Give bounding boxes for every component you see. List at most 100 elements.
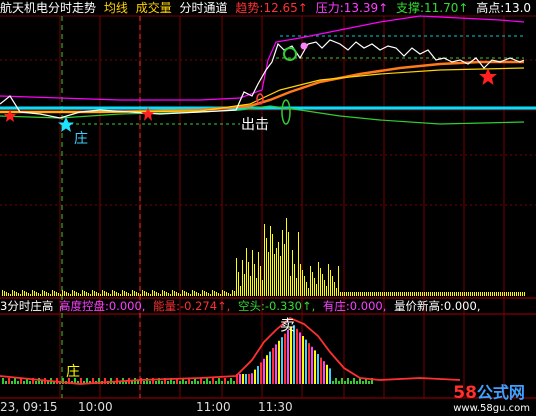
volume-bar — [418, 292, 419, 296]
volume-bar — [160, 294, 161, 296]
volume-bar — [308, 288, 309, 296]
volume-bar — [522, 292, 523, 296]
volume-bar — [400, 292, 401, 296]
volume-bar — [422, 292, 423, 296]
indicator-bar — [323, 361, 325, 384]
volume-bar — [58, 293, 59, 296]
volume-bar — [202, 290, 203, 296]
watermark-text: 公式网 — [476, 383, 525, 402]
volume-bar — [470, 292, 471, 296]
dot-marker-icon — [300, 42, 308, 50]
volume-bar — [474, 292, 475, 296]
volume-bar — [116, 292, 117, 296]
volume-bar — [66, 292, 67, 296]
indicator-bar — [206, 378, 208, 384]
volume-bar — [46, 292, 47, 296]
volume-bar — [488, 292, 489, 296]
volume-bar — [24, 291, 25, 296]
volume-bar — [360, 292, 361, 296]
volume-bar — [240, 286, 241, 296]
volume-bar — [430, 292, 431, 296]
volume-bar — [406, 292, 407, 296]
indicator-bar — [293, 325, 295, 384]
watermark-number: 58 — [453, 383, 477, 403]
volume-bar — [276, 248, 277, 296]
volume-bar — [262, 280, 263, 296]
volume-bar — [266, 238, 267, 296]
indicator-info-bar: 3分时庄高 高度控盘:0.000, 能量:-0.274↑, 空头:-0.330↑… — [0, 298, 484, 314]
volume-bar — [198, 293, 199, 296]
volume-bar — [496, 292, 497, 296]
volume-label[interactable]: 成交量 — [136, 1, 172, 15]
volume-bar — [150, 294, 151, 296]
indicator-bar — [275, 344, 277, 384]
volume-bar — [504, 292, 505, 296]
indicator-bar — [155, 381, 157, 384]
volume-bar — [80, 294, 81, 296]
indicator-bar — [320, 357, 322, 384]
volume-bar — [180, 294, 181, 296]
stock-name[interactable]: 航天机电 — [0, 1, 48, 15]
indicator-bar — [314, 350, 316, 384]
support-label: 支撑: — [395, 1, 425, 15]
ellipse-marker-icon — [281, 99, 291, 125]
chart-canvas[interactable]: 庄 出击 卖 庄 — [0, 0, 536, 416]
volume-bar — [438, 292, 439, 296]
volume-bar — [140, 294, 141, 296]
sell-label: 卖 — [280, 316, 295, 334]
volume-bar — [152, 290, 153, 296]
volume-bar — [224, 291, 225, 296]
pressure-label: 压力: — [315, 1, 344, 15]
volume-bar — [288, 232, 289, 296]
volume-bar — [146, 292, 147, 296]
volume-bar — [364, 292, 365, 296]
volume-bar — [328, 264, 329, 296]
volume-bar — [420, 292, 421, 296]
volume-bar — [238, 272, 239, 296]
channel-label[interactable]: 分时通道 — [180, 1, 228, 15]
volume-bar — [498, 292, 499, 296]
avg-line-label[interactable]: 均线 — [104, 1, 128, 15]
indicator-name[interactable]: 3分时庄高 — [0, 299, 53, 313]
watermark: 58公式网 www.58gu.com — [453, 383, 530, 415]
volume-bar — [316, 284, 317, 296]
dealer-value: 0.000, — [349, 299, 387, 313]
volume-bar — [182, 290, 183, 296]
volume-bar — [464, 292, 465, 296]
chuji-label: 出击 — [241, 117, 269, 133]
volume-bar — [42, 290, 43, 296]
short-value: -0.330↑, — [264, 299, 316, 313]
indicator-bar — [332, 381, 334, 384]
indicator-bar — [353, 378, 355, 384]
volume-bar — [50, 294, 51, 296]
volume-bar — [236, 258, 237, 296]
volume-bar — [6, 292, 7, 296]
volume-bar — [386, 292, 387, 296]
volume-bar — [64, 291, 65, 296]
volume-bar — [82, 290, 83, 296]
indicator-bar — [221, 381, 223, 384]
volume-bar — [388, 292, 389, 296]
volume-bar — [454, 292, 455, 296]
chart-title: 分时走势 — [48, 1, 97, 15]
energy-label: 能量: — [153, 299, 180, 313]
volume-bar — [284, 244, 285, 296]
volume-bar — [502, 292, 503, 296]
indicator-bar — [14, 378, 16, 384]
volume-bar — [408, 292, 409, 296]
zhuang-label-top: 庄 — [74, 130, 88, 147]
new-high-label: 量价新高: — [394, 299, 444, 313]
volume-bar — [524, 292, 525, 296]
volume-bar — [306, 282, 307, 296]
indicator-bar — [299, 332, 301, 384]
volume-bar — [8, 293, 9, 296]
volume-bar — [114, 291, 115, 296]
dealer-label: 有庄: — [322, 299, 350, 313]
indicator-bar — [167, 381, 169, 384]
indicator-bar — [191, 381, 193, 384]
indicator-bar — [8, 378, 10, 384]
indicator-bar — [281, 337, 283, 384]
volume-bar — [278, 242, 279, 296]
volume-bar — [326, 286, 327, 296]
indicator-bar — [215, 381, 217, 384]
